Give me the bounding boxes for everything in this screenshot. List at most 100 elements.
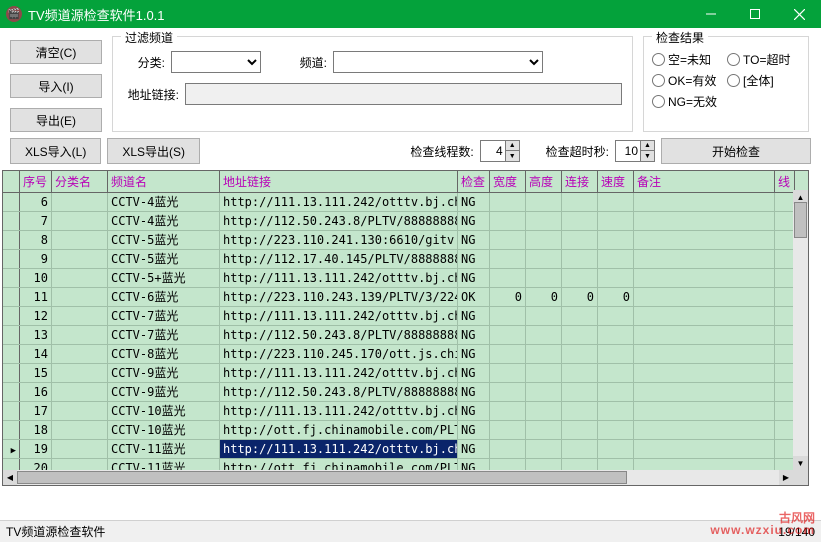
cell-height[interactable]: [526, 307, 562, 325]
table-row[interactable]: 8CCTV-5蓝光http://223.110.241.130:6610/git…: [3, 231, 808, 250]
cell-note[interactable]: [634, 250, 775, 268]
cell-url[interactable]: http://111.13.111.242/otttv.bj.ch: [220, 402, 458, 420]
cell-channel[interactable]: CCTV-8蓝光: [108, 345, 220, 363]
minimize-button[interactable]: [689, 0, 733, 28]
col-check[interactable]: 检查: [458, 171, 490, 192]
radio-empty[interactable]: 空=未知: [652, 51, 725, 68]
cell-width[interactable]: [490, 421, 526, 439]
cell-width[interactable]: [490, 364, 526, 382]
col-channel[interactable]: 频道名: [108, 171, 220, 192]
cell-connect[interactable]: [562, 250, 598, 268]
xls-export-button[interactable]: XLS导出(S): [107, 138, 200, 164]
cell-note[interactable]: [634, 307, 775, 325]
cell-seq[interactable]: 6: [20, 193, 52, 211]
threads-down-icon[interactable]: ▼: [505, 151, 519, 161]
cell-check[interactable]: NG: [458, 250, 490, 268]
cell-speed[interactable]: [598, 212, 634, 230]
cell-height[interactable]: [526, 269, 562, 287]
cell-height[interactable]: [526, 212, 562, 230]
cell-channel[interactable]: CCTV-10蓝光: [108, 402, 220, 420]
cell-url[interactable]: http://111.13.111.242/otttv.bj.ch: [220, 307, 458, 325]
cell-speed[interactable]: 0: [598, 288, 634, 306]
category-select[interactable]: [171, 51, 261, 73]
cell-connect[interactable]: [562, 345, 598, 363]
cell-note[interactable]: [634, 288, 775, 306]
cell-check[interactable]: NG: [458, 269, 490, 287]
timeout-up-icon[interactable]: ▲: [640, 141, 654, 151]
cell-note[interactable]: [634, 440, 775, 458]
cell-connect[interactable]: [562, 269, 598, 287]
table-row[interactable]: 19CCTV-11蓝光http://111.13.111.242/otttv.b…: [3, 440, 808, 459]
cell-check[interactable]: NG: [458, 193, 490, 211]
cell-connect[interactable]: [562, 212, 598, 230]
cell-connect[interactable]: [562, 364, 598, 382]
cell-channel[interactable]: CCTV-7蓝光: [108, 326, 220, 344]
cell-speed[interactable]: [598, 402, 634, 420]
cell-speed[interactable]: [598, 383, 634, 401]
maximize-button[interactable]: [733, 0, 777, 28]
cell-url[interactable]: http://112.17.40.145/PLTV/8888888: [220, 250, 458, 268]
cell-seq[interactable]: 10: [20, 269, 52, 287]
radio-ok[interactable]: OK=有效: [652, 72, 725, 89]
radio-ng[interactable]: NG=无效: [652, 93, 725, 110]
table-row[interactable]: 18CCTV-10蓝光http://ott.fj.chinamobile.com…: [3, 421, 808, 440]
vertical-scrollbar[interactable]: ▲ ▼: [793, 190, 808, 470]
cell-url[interactable]: http://112.50.243.8/PLTV/88888888: [220, 326, 458, 344]
cell-width[interactable]: [490, 402, 526, 420]
cell-channel[interactable]: CCTV-4蓝光: [108, 212, 220, 230]
cell-seq[interactable]: 8: [20, 231, 52, 249]
table-row[interactable]: 16CCTV-9蓝光http://112.50.243.8/PLTV/88888…: [3, 383, 808, 402]
cell-check[interactable]: NG: [458, 345, 490, 363]
cell-connect[interactable]: [562, 383, 598, 401]
col-category[interactable]: 分类名: [52, 171, 108, 192]
timeout-input[interactable]: [616, 141, 640, 161]
cell-check[interactable]: NG: [458, 364, 490, 382]
cell-width[interactable]: [490, 212, 526, 230]
cell-url[interactable]: http://ott.fj.chinamobile.com/PLT: [220, 421, 458, 439]
cell-height[interactable]: [526, 326, 562, 344]
cell-speed[interactable]: [598, 345, 634, 363]
cell-speed[interactable]: [598, 269, 634, 287]
table-row[interactable]: 15CCTV-9蓝光http://111.13.111.242/otttv.bj…: [3, 364, 808, 383]
cell-seq[interactable]: 14: [20, 345, 52, 363]
cell-category[interactable]: [52, 326, 108, 344]
threads-up-icon[interactable]: ▲: [505, 141, 519, 151]
export-button[interactable]: 导出(E): [10, 108, 102, 132]
cell-category[interactable]: [52, 212, 108, 230]
cell-url[interactable]: http://223.110.241.130:6610/gitv.: [220, 231, 458, 249]
cell-category[interactable]: [52, 288, 108, 306]
cell-category[interactable]: [52, 364, 108, 382]
cell-height[interactable]: 0: [526, 288, 562, 306]
cell-width[interactable]: [490, 250, 526, 268]
cell-channel[interactable]: CCTV-5蓝光: [108, 250, 220, 268]
cell-speed[interactable]: [598, 307, 634, 325]
cell-seq[interactable]: 18: [20, 421, 52, 439]
cell-check[interactable]: NG: [458, 212, 490, 230]
radio-timeout[interactable]: TO=超时: [727, 51, 800, 68]
cell-note[interactable]: [634, 212, 775, 230]
table-row[interactable]: 12CCTV-7蓝光http://111.13.111.242/otttv.bj…: [3, 307, 808, 326]
cell-check[interactable]: NG: [458, 440, 490, 458]
table-row[interactable]: 7CCTV-4蓝光http://112.50.243.8/PLTV/888888…: [3, 212, 808, 231]
cell-height[interactable]: [526, 345, 562, 363]
col-speed[interactable]: 速度: [598, 171, 634, 192]
cell-width[interactable]: [490, 326, 526, 344]
cell-note[interactable]: [634, 383, 775, 401]
cell-width[interactable]: [490, 383, 526, 401]
cell-note[interactable]: [634, 326, 775, 344]
cell-channel[interactable]: CCTV-4蓝光: [108, 193, 220, 211]
cell-category[interactable]: [52, 345, 108, 363]
cell-connect[interactable]: [562, 402, 598, 420]
cell-seq[interactable]: 17: [20, 402, 52, 420]
cell-channel[interactable]: CCTV-11蓝光: [108, 440, 220, 458]
cell-note[interactable]: [634, 364, 775, 382]
cell-connect[interactable]: [562, 193, 598, 211]
scroll-down-icon[interactable]: ▼: [793, 456, 808, 470]
table-row[interactable]: 9CCTV-5蓝光http://112.17.40.145/PLTV/88888…: [3, 250, 808, 269]
threads-input[interactable]: [481, 141, 505, 161]
cell-check[interactable]: NG: [458, 383, 490, 401]
cell-speed[interactable]: [598, 421, 634, 439]
cell-url[interactable]: http://111.13.111.242/otttv.bj.ch: [220, 193, 458, 211]
table-row[interactable]: 10CCTV-5+蓝光http://111.13.111.242/otttv.b…: [3, 269, 808, 288]
cell-seq[interactable]: 11: [20, 288, 52, 306]
